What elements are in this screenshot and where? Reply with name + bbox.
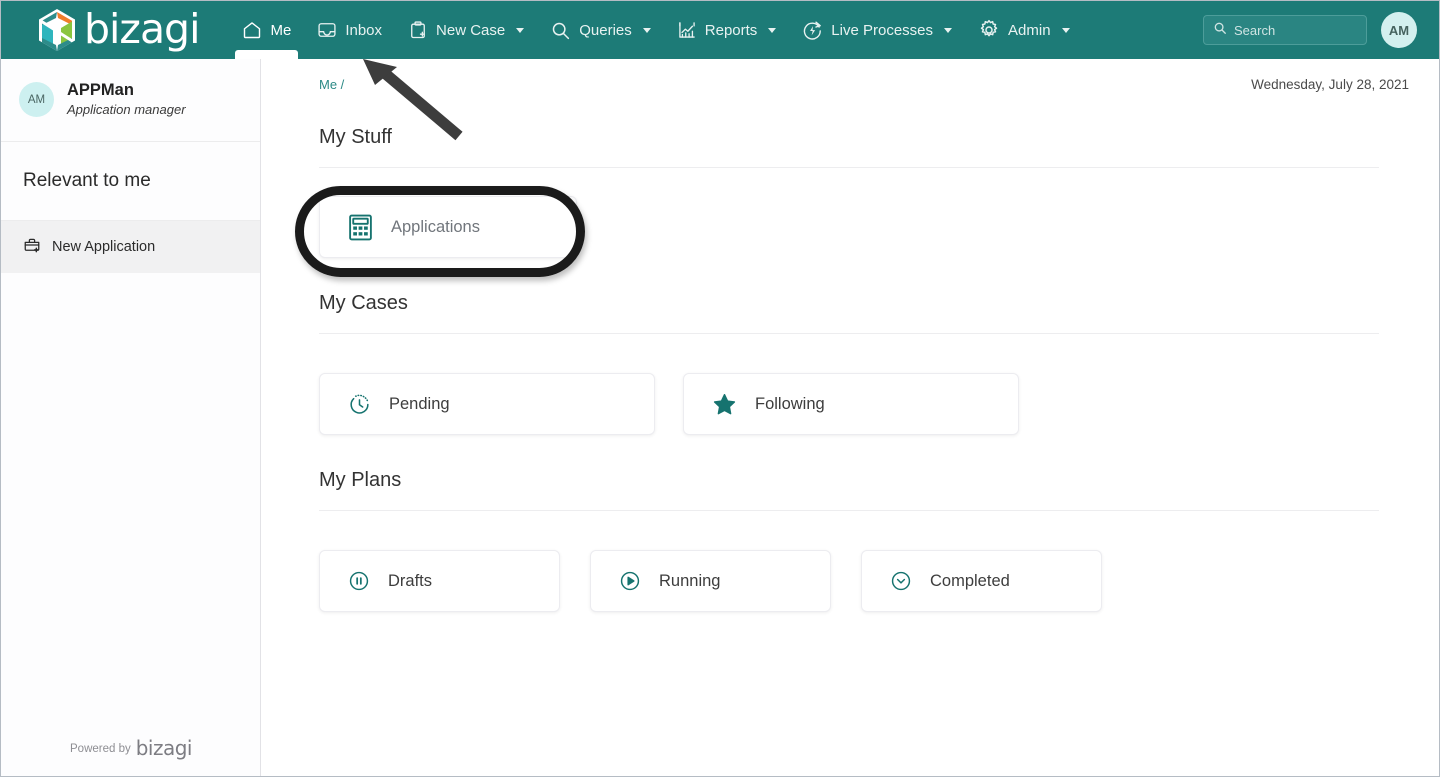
section-cards-my-plans: Drafts Running Completed (262, 511, 1439, 612)
breadcrumb[interactable]: Me / (319, 77, 344, 92)
section-cards-my-cases: Pending Following (262, 334, 1439, 435)
card-drafts[interactable]: Drafts (319, 550, 560, 612)
avatar: AM (19, 82, 54, 118)
avatar-initials: AM (27, 93, 46, 106)
chevron-down-icon (768, 27, 777, 33)
lightning-circle-icon (802, 20, 823, 41)
bizagi-work-portal: bizagi Me Inbox New Case Queries Reports… (0, 0, 1440, 777)
card-label: Completed (930, 571, 1010, 590)
briefcase-plus-icon (23, 236, 41, 258)
play-circle-icon (619, 570, 641, 592)
user-info: APPMan Application manager (67, 81, 186, 119)
card-label: Following (755, 394, 825, 413)
chevron-down-icon (516, 27, 525, 33)
bizagi-hexagon-icon (39, 9, 75, 51)
nav-item-admin[interactable]: Admin (965, 1, 1083, 59)
powered-by-label: Powered by (70, 742, 131, 755)
chart-icon (677, 20, 697, 40)
user-role: Application manager (67, 101, 186, 117)
nav-label-me: Me (270, 21, 292, 39)
nav-label-queries: Queries (579, 21, 632, 39)
nav-label-live-processes: Live Processes (831, 21, 934, 39)
nav-label-inbox: Inbox (345, 21, 383, 39)
card-label: Running (659, 571, 721, 590)
breadcrumb-row: Me / Wednesday, July 28, 2021 (262, 59, 1439, 92)
sidebar-item-label: New Application (52, 238, 156, 255)
clock-icon (348, 393, 371, 416)
section-title-my-cases: My Cases (319, 292, 408, 314)
global-search[interactable] (1203, 15, 1367, 45)
bizagi-logo[interactable]: bizagi (37, 1, 200, 59)
nav-item-live-processes[interactable]: Live Processes (789, 1, 965, 59)
search-icon (550, 20, 571, 41)
nav-label-reports: Reports (704, 21, 758, 39)
gear-icon (978, 19, 1000, 41)
powered-by-footer: Powered by bizagi (1, 738, 261, 758)
left-sidebar: AM APPMan Application manager Relevant t… (1, 59, 261, 776)
user-name: APPMan (67, 81, 134, 99)
section-title-my-stuff: My Stuff (319, 126, 392, 148)
card-completed[interactable]: Completed (861, 550, 1102, 612)
top-header: bizagi Me Inbox New Case Queries Reports… (1, 1, 1439, 59)
card-label: Applications (391, 217, 480, 236)
sidebar-item-new-application[interactable]: New Application (1, 220, 260, 273)
user-avatar-header[interactable]: AM (1381, 12, 1417, 48)
header-right-tools: AM (1203, 12, 1417, 48)
nav-item-new-case[interactable]: New Case (395, 1, 537, 59)
active-tab-indicator (235, 50, 299, 59)
card-following[interactable]: Following (683, 373, 1019, 435)
search-input[interactable] (1234, 22, 1357, 38)
inbox-icon (317, 20, 337, 40)
bizagi-wordmark: bizagi (84, 4, 200, 53)
powered-by-brand: bizagi (135, 736, 193, 760)
current-date: Wednesday, July 28, 2021 (1251, 77, 1409, 92)
main-content: Me / Wednesday, July 28, 2021 My Stuff A… (262, 59, 1439, 776)
sidebar-heading: Relevant to me (1, 142, 260, 221)
card-applications[interactable]: Applications (319, 196, 577, 258)
nav-item-queries[interactable]: Queries (537, 1, 664, 59)
pause-circle-icon (348, 570, 370, 592)
nav-label-new-case: New Case (436, 21, 506, 39)
chevron-down-icon (944, 27, 953, 33)
main-navigation: Me Inbox New Case Queries Reports Live P… (229, 1, 1082, 59)
card-running[interactable]: Running (590, 550, 831, 612)
card-label: Pending (389, 394, 450, 413)
chevron-down-icon (1061, 27, 1070, 33)
calculator-icon (348, 214, 373, 241)
section-cards-my-stuff: Applications (262, 168, 1439, 258)
search-icon (1213, 21, 1227, 40)
nav-item-inbox[interactable]: Inbox (304, 1, 395, 59)
nav-label-admin: Admin (1008, 21, 1051, 39)
star-icon (712, 392, 737, 417)
card-label: Drafts (388, 571, 433, 590)
card-pending[interactable]: Pending (319, 373, 655, 435)
nav-item-me[interactable]: Me (229, 1, 304, 59)
section-title-my-plans: My Plans (319, 469, 402, 491)
nav-item-reports[interactable]: Reports (664, 1, 790, 59)
home-icon (242, 20, 262, 40)
avatar-initials: AM (1388, 22, 1410, 38)
chevron-down-icon (642, 27, 651, 33)
sidebar-user-block[interactable]: AM APPMan Application manager (1, 59, 260, 142)
chevron-down-circle-icon (890, 570, 912, 592)
clipboard-plus-icon (408, 20, 428, 40)
